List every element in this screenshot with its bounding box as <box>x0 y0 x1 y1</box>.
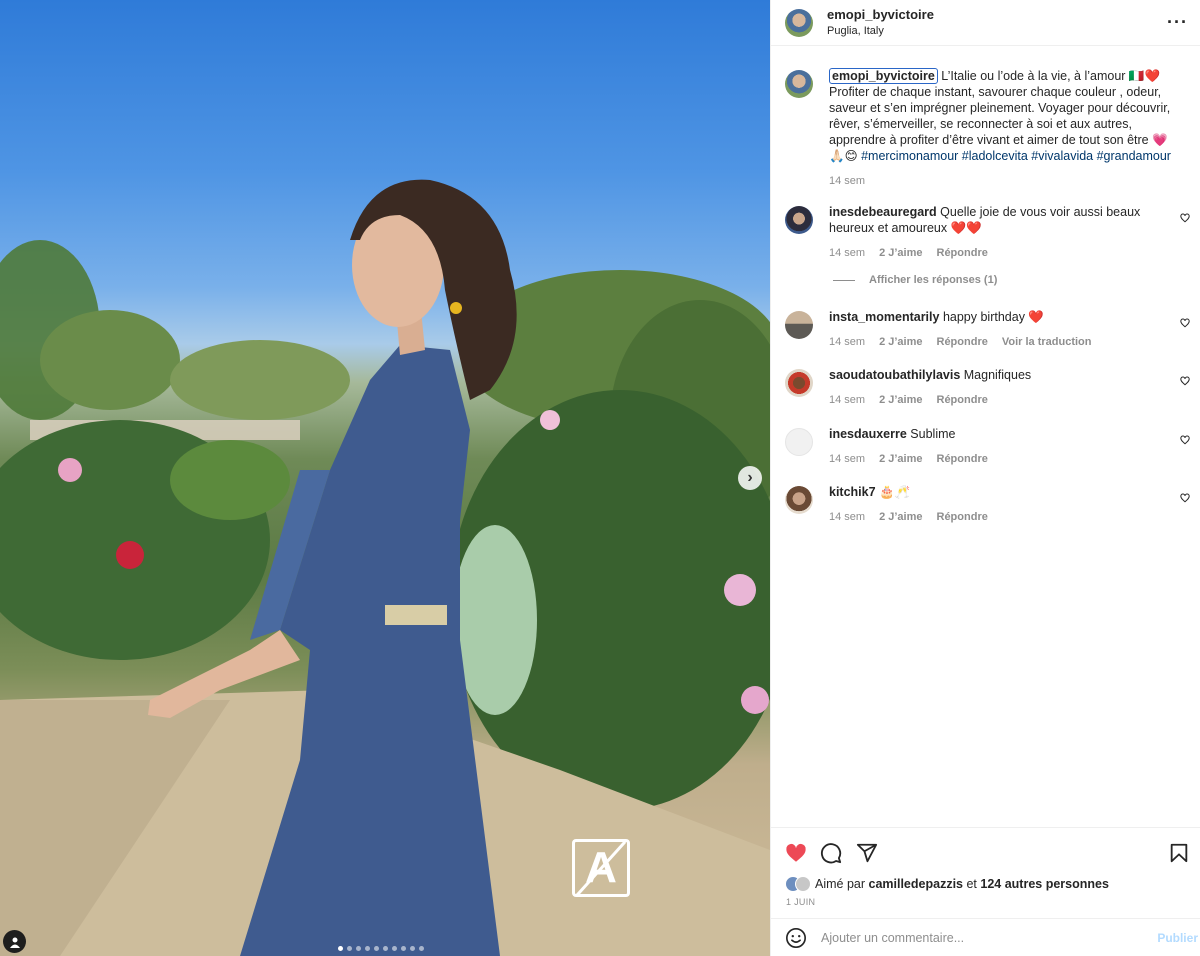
carousel-dot <box>401 946 406 951</box>
view-replies-button[interactable]: Afficher les réponses (1) <box>833 274 997 286</box>
liker-username[interactable]: camilledepazzis <box>869 877 964 891</box>
carousel-dot <box>347 946 352 951</box>
comment-time[interactable]: 14 sem <box>829 509 865 525</box>
reply-button[interactable]: Répondre <box>937 245 988 261</box>
like-heart-icon[interactable] <box>785 842 807 864</box>
commenter-avatar[interactable] <box>785 206 813 234</box>
carousel-dot <box>410 946 415 951</box>
comment-item: insta_momentarily happy birthday ❤️ 14 s… <box>785 309 1190 350</box>
comment-text: happy birthday ❤️ <box>939 310 1044 324</box>
reply-button[interactable]: Répondre <box>937 334 988 350</box>
author-avatar[interactable] <box>785 8 813 37</box>
caption: emopi_byvictoire L’Italie ou l’ode à la … <box>785 68 1190 189</box>
comment-item: kitchik7 🎂🥂 14 sem 2 J’aime Répondre <box>785 484 1190 525</box>
comment-text: Magnifiques <box>960 368 1032 382</box>
carousel-dot <box>356 946 361 951</box>
comment-likes[interactable]: 2 J’aime <box>879 451 922 467</box>
carousel-dot <box>338 946 343 951</box>
replies-divider <box>833 279 855 281</box>
photo-scene <box>0 179 770 956</box>
comment-likes[interactable]: 2 J’aime <box>879 245 922 261</box>
likes-others-link[interactable]: 124 autres personnes <box>980 877 1109 891</box>
commenter-username[interactable]: inesdebeauregard <box>829 205 937 219</box>
comment-time[interactable]: 14 sem <box>829 334 865 350</box>
likes-prefix: Aimé par <box>815 877 869 891</box>
reply-button[interactable]: Répondre <box>937 509 988 525</box>
comment-time[interactable]: 14 sem <box>829 245 865 261</box>
carousel-dot <box>419 946 424 951</box>
comment-text: 🎂🥂 <box>875 485 911 499</box>
commenter-username[interactable]: saoudatoubathilylavis <box>829 368 960 382</box>
commenter-avatar[interactable] <box>785 428 813 456</box>
comment-item: inesdauxerre Sublime 14 sem 2 J’aime Rép… <box>785 426 1190 467</box>
post-actions <box>771 827 1200 877</box>
like-comment-heart-icon[interactable] <box>1180 213 1190 223</box>
carousel-next-button[interactable]: › <box>738 466 762 490</box>
post-side-panel: emopi_byvictoire Puglia, Italy ··· emopi… <box>770 0 1200 956</box>
likes-conjunction: et <box>963 877 981 891</box>
commenter-avatar[interactable] <box>785 311 813 339</box>
comment-item: inesdebeauregard Quelle joie de vous voi… <box>785 204 1190 261</box>
like-comment-heart-icon[interactable] <box>1180 318 1190 328</box>
carousel-dot <box>383 946 388 951</box>
like-comment-heart-icon[interactable] <box>1180 376 1190 386</box>
commenter-username[interactable]: kitchik7 <box>829 485 876 499</box>
commenter-avatar[interactable] <box>785 369 813 397</box>
comment-likes[interactable]: 2 J’aime <box>879 509 922 525</box>
like-comment-heart-icon[interactable] <box>1180 493 1190 503</box>
comments-list: emopi_byvictoire L’Italie ou l’ode à la … <box>771 46 1200 826</box>
like-comment-heart-icon[interactable] <box>1180 435 1190 445</box>
commenter-username[interactable]: inesdauxerre <box>829 427 907 441</box>
commenter-avatar[interactable] <box>785 486 813 514</box>
publish-button[interactable]: Publier <box>1157 931 1198 945</box>
add-comment-input[interactable] <box>821 930 1141 945</box>
comment-likes[interactable]: 2 J’aime <box>879 392 922 408</box>
carousel-indicator <box>338 946 424 951</box>
more-horizontal-icon[interactable]: ··· <box>1167 12 1188 33</box>
comment-likes[interactable]: 2 J’aime <box>879 334 922 350</box>
likes-summary: Aimé par camilledepazzis et 124 autres p… <box>785 876 1190 892</box>
caption-avatar[interactable] <box>785 70 813 98</box>
carousel-dot <box>365 946 370 951</box>
save-bookmark-icon[interactable] <box>1168 842 1190 864</box>
post-photo[interactable]: A › <box>0 0 770 956</box>
carousel-dot <box>392 946 397 951</box>
comment-bubble-icon[interactable] <box>820 842 842 864</box>
user-icon <box>9 937 20 948</box>
view-replies-label: Afficher les réponses (1) <box>869 274 998 286</box>
tagged-users-button[interactable] <box>3 930 26 953</box>
add-comment-bar: Publier <box>771 918 1200 956</box>
caption-username[interactable]: emopi_byvictoire <box>829 68 938 84</box>
post-date[interactable]: 1 JUIN <box>786 897 815 907</box>
liker-avatar[interactable] <box>795 876 811 892</box>
caption-hashtags[interactable]: #mercimonamour #ladolcevita #vivalavida … <box>861 149 1171 163</box>
comment-text: Sublime <box>906 427 956 441</box>
see-translation-button[interactable]: Voir la traduction <box>1002 334 1092 350</box>
post-header: emopi_byvictoire Puglia, Italy ··· <box>771 0 1200 46</box>
comment-time[interactable]: 14 sem <box>829 392 865 408</box>
post-location[interactable]: Puglia, Italy <box>827 23 934 39</box>
carousel-dot <box>374 946 379 951</box>
emoji-icon[interactable] <box>785 927 807 949</box>
reply-button[interactable]: Répondre <box>937 451 988 467</box>
reply-button[interactable]: Répondre <box>937 392 988 408</box>
comment-time[interactable]: 14 sem <box>829 451 865 467</box>
share-send-icon[interactable] <box>856 842 878 864</box>
commenter-username[interactable]: insta_momentarily <box>829 310 939 324</box>
caption-time[interactable]: 14 sem <box>829 173 865 189</box>
author-username[interactable]: emopi_byvictoire <box>827 7 934 23</box>
comment-item: saoudatoubathilylavis Magnifiques 14 sem… <box>785 367 1190 408</box>
watermark-logo: A <box>572 839 630 897</box>
